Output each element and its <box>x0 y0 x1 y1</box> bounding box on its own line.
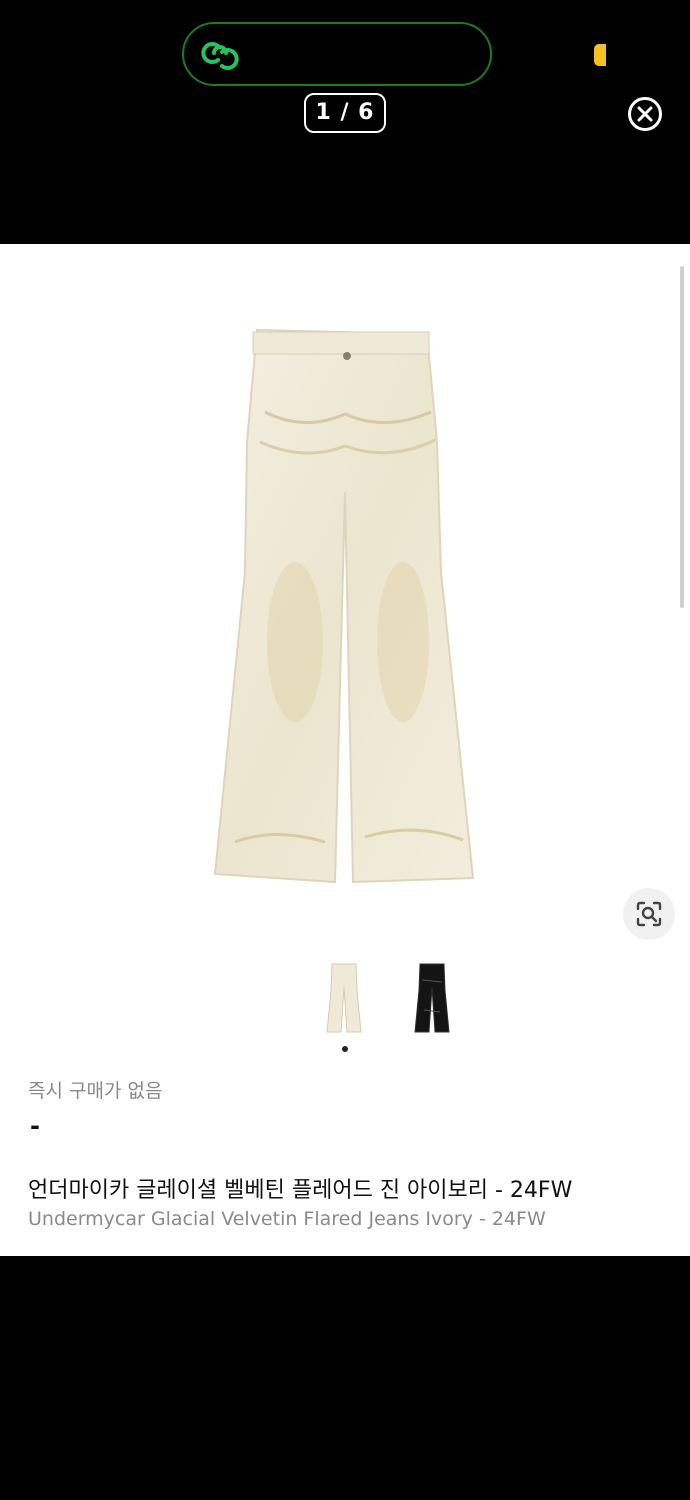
close-button[interactable] <box>628 97 662 131</box>
instant-purchase-status: 즉시 구매가 없음 <box>28 1080 163 1102</box>
product-name-english: Undermycar Glacial Velvetin Flared Jeans… <box>28 1208 546 1230</box>
visual-search-icon <box>636 901 662 927</box>
product-name-korean: 언더마이카 글레이셜 벨베틴 플레어드 진 아이보리 - 24FW <box>28 1178 573 1203</box>
pagination-dot <box>342 1046 348 1052</box>
scrollbar[interactable] <box>680 266 684 608</box>
variant-thumbnail-ivory[interactable] <box>326 960 362 1036</box>
visual-search-button[interactable] <box>623 888 675 940</box>
link-chain-icon <box>201 42 239 70</box>
variant-thumbnail-black[interactable] <box>414 960 450 1036</box>
event-badge[interactable] <box>594 44 606 66</box>
link-search-pill[interactable] <box>182 22 492 86</box>
bottom-overlay <box>0 1256 690 1500</box>
price: - <box>30 1112 40 1140</box>
close-icon <box>637 106 653 122</box>
viewer-top-bar: 1 / 6 <box>0 0 690 244</box>
product-image[interactable] <box>205 322 485 887</box>
image-counter: 1 / 6 <box>304 93 386 133</box>
